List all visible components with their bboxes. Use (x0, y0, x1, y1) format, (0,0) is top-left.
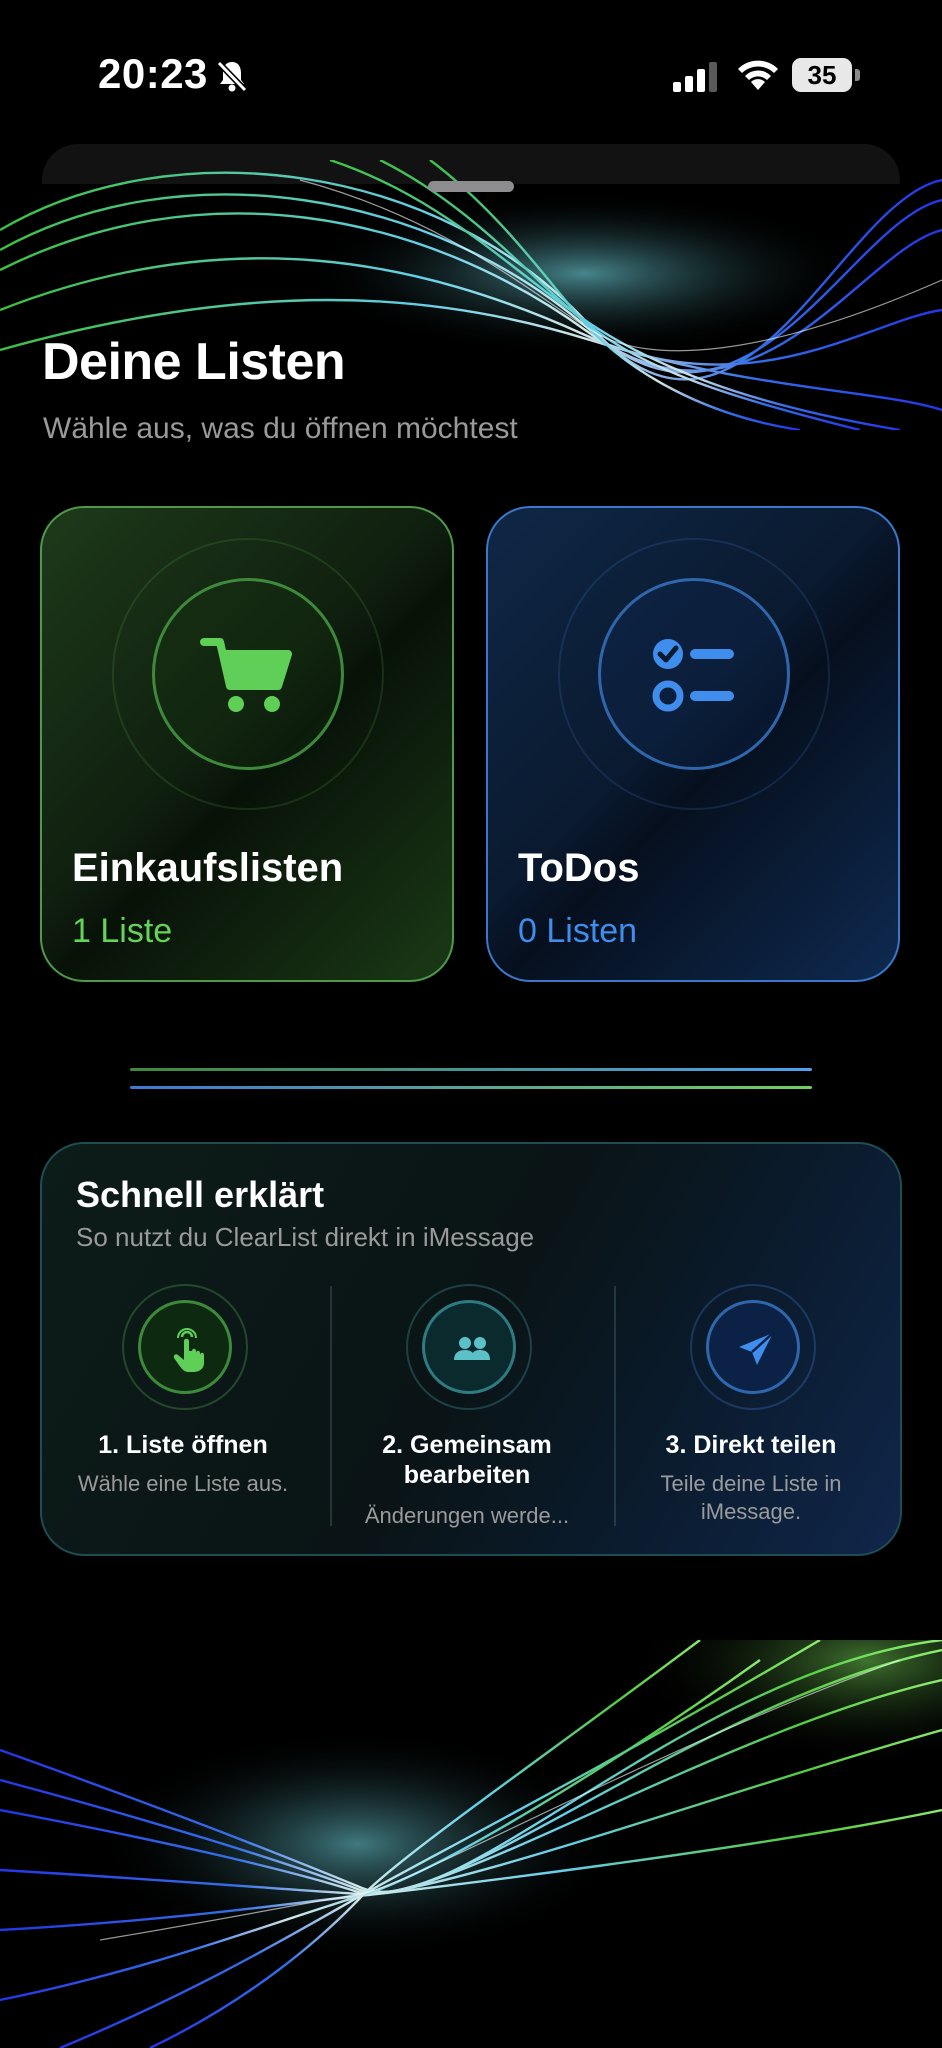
sheet-grabber[interactable] (428, 181, 514, 192)
bell-slash-icon (216, 60, 248, 93)
todos-card[interactable]: ToDos 0 Listen (486, 506, 900, 982)
step-icon-ring (122, 1284, 248, 1410)
step-title: 1. Liste öffnen (98, 1431, 268, 1459)
light-waves-decoration-bottom (0, 1640, 942, 2048)
step-icon-circle (422, 1300, 516, 1394)
step-icon-ring (406, 1284, 532, 1410)
status-time: 20:23 (98, 50, 208, 97)
divider-line (130, 1086, 812, 1089)
battery-icon: 35 (792, 58, 860, 92)
card-count: 0 Listen (518, 912, 638, 950)
step-icon-circle (138, 1300, 232, 1394)
shopping-cart-icon (200, 638, 292, 712)
step-icon-circle (706, 1300, 800, 1394)
guide-step: 2. Gemeinsam bearbeiten Änderungen werde… (326, 1284, 608, 1544)
battery-tip (855, 69, 860, 81)
guide-step: 3. Direkt teilen Teile deine Liste in iM… (610, 1284, 892, 1544)
status-bar: 20:23 35 (0, 0, 942, 150)
guide-subtitle: So nutzt du ClearList direkt in iMessage (76, 1222, 535, 1252)
divider-line (130, 1068, 812, 1071)
hand-tap-icon (173, 1328, 204, 1372)
guide-title: Schnell erklärt (76, 1174, 325, 1215)
paper-plane-icon (739, 1332, 774, 1365)
step-text: Änderungen werde... (364, 1503, 570, 1528)
step-text: Wähle eine Liste aus. (77, 1471, 289, 1496)
card-title: ToDos (518, 846, 640, 890)
step-icon-ring (690, 1284, 816, 1410)
page-title: Deine Listen (42, 333, 346, 391)
page-subtitle: Wähle aus, was du öffnen möchtest (43, 412, 518, 445)
people-icon (454, 1337, 490, 1360)
shopping-lists-card[interactable]: Einkaufslisten 1 Liste (40, 506, 454, 982)
card-count: 1 Liste (72, 912, 173, 950)
checklist-icon (652, 639, 734, 712)
battery-level: 35 (792, 58, 852, 92)
cellular-signal-icon (673, 62, 717, 92)
guide-step: 1. Liste öffnen Wähle eine Liste aus. (42, 1284, 324, 1544)
step-text: Teile deine Liste in iMessage. (660, 1471, 842, 1524)
card-title: Einkaufslisten (72, 846, 344, 890)
wifi-icon (738, 60, 778, 90)
step-title: 2. Gemeinsam bearbeiten (382, 1431, 552, 1489)
quick-guide-card: Schnell erklärt So nutzt du ClearList di… (40, 1142, 902, 1556)
step-title: 3. Direkt teilen (665, 1431, 837, 1459)
